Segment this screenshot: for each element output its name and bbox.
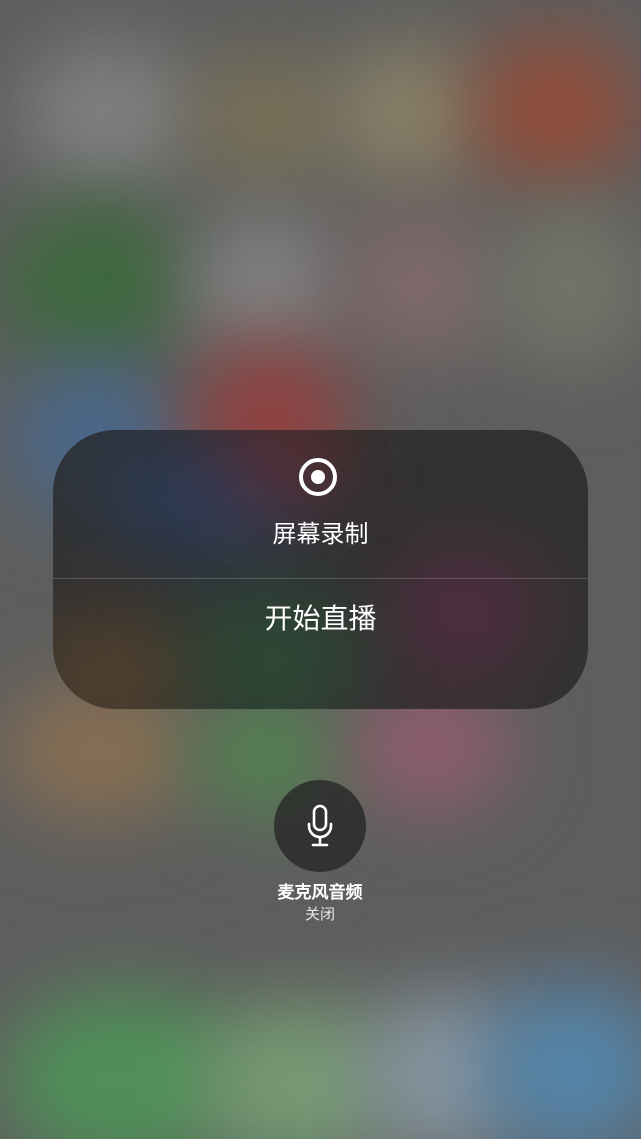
microphone-icon — [307, 804, 333, 847]
start-broadcast-button[interactable]: 开始直播 — [53, 579, 588, 659]
microphone-status-label: 关闭 — [304, 905, 335, 923]
start-broadcast-label: 开始直播 — [264, 602, 377, 635]
microphone-audio-label: 麦克风音频 — [277, 883, 363, 903]
record-icon — [299, 458, 337, 496]
microphone-toggle-button[interactable] — [274, 780, 366, 872]
screen-recording-title: 屏幕录制 — [272, 520, 369, 548]
broadcast-picker-panel: 屏幕录制 开始直播 — [53, 430, 588, 709]
screen-recording-header: 屏幕录制 — [53, 430, 588, 579]
control-center-screen: 屏幕录制 开始直播 麦克风音频 关闭 — [0, 0, 641, 1139]
